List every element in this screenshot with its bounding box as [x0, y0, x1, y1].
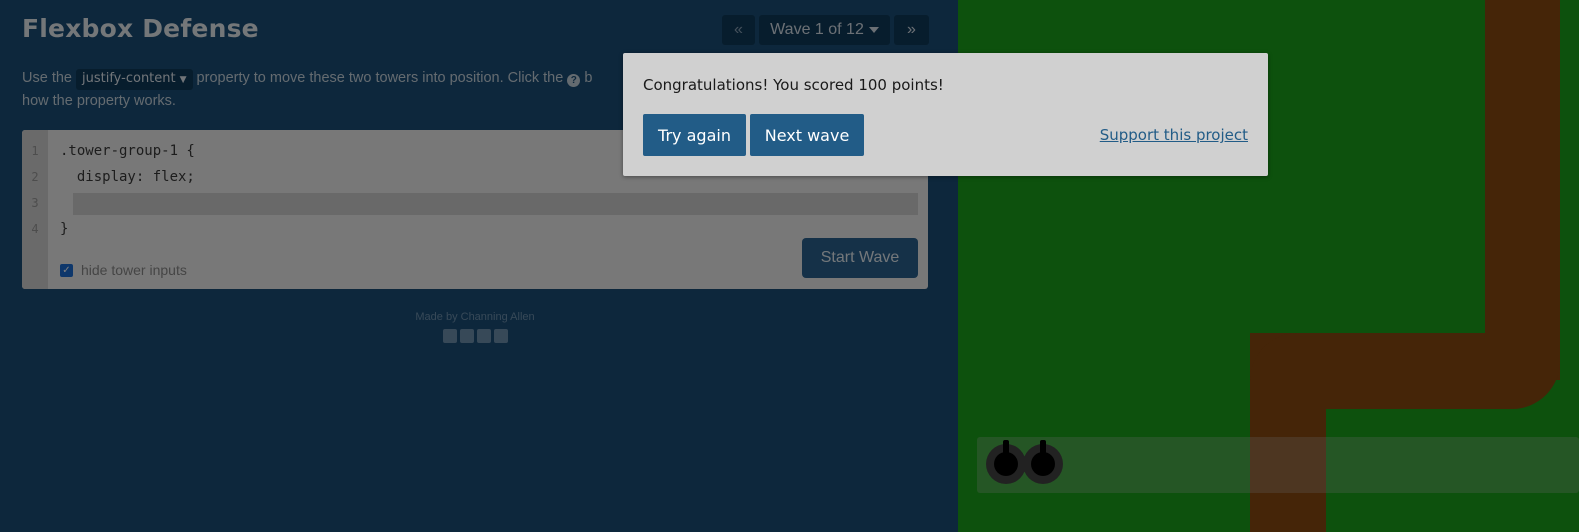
next-wave-button-modal[interactable]: Next wave [750, 114, 864, 156]
support-project-link[interactable]: Support this project [1100, 126, 1248, 144]
result-message: Congratulations! You scored 100 points! [643, 76, 944, 94]
result-dialog: Congratulations! You scored 100 points! … [623, 53, 1268, 176]
try-again-button[interactable]: Try again [643, 114, 746, 156]
